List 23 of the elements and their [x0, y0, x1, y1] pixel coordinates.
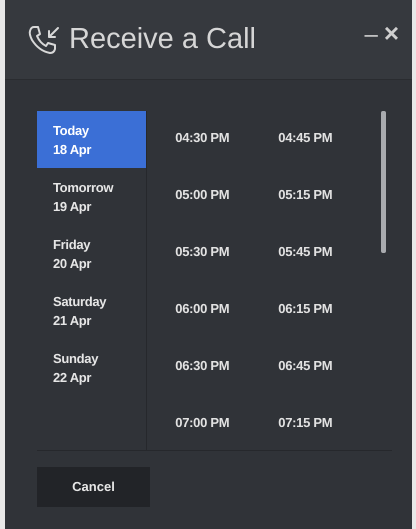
day-item[interactable]: Today 18 Apr — [37, 111, 146, 168]
time-slot[interactable]: 07:15 PM — [278, 413, 382, 433]
incoming-call-icon — [27, 24, 61, 56]
cancel-button[interactable]: Cancel — [37, 467, 150, 507]
minimize-button[interactable]: – — [361, 22, 381, 46]
time-slot[interactable]: 04:30 PM — [175, 128, 278, 148]
day-item[interactable]: Friday 20 Apr — [37, 225, 146, 282]
day-item[interactable]: Sunday 22 Apr — [37, 339, 146, 396]
time-slot[interactable]: 06:30 PM — [175, 356, 278, 376]
time-slot[interactable]: 05:00 PM — [175, 185, 278, 205]
time-slot[interactable]: 04:45 PM — [278, 128, 382, 148]
day-item[interactable]: Tomorrow 19 Apr — [37, 168, 146, 225]
window-title: Receive a Call — [69, 22, 256, 57]
scrollbar-thumb[interactable] — [381, 111, 386, 253]
time-slot[interactable]: 07:00 PM — [175, 413, 278, 433]
time-slot[interactable]: 06:00 PM — [175, 299, 278, 319]
time-slot[interactable]: 06:45 PM — [278, 356, 382, 376]
close-button[interactable]: × — [380, 20, 402, 46]
time-slot[interactable]: 06:15 PM — [278, 299, 382, 319]
day-item[interactable]: Saturday 21 Apr — [37, 282, 146, 339]
time-slot[interactable]: 05:45 PM — [278, 242, 382, 262]
time-slot[interactable]: 05:15 PM — [278, 185, 382, 205]
time-slot[interactable]: 05:30 PM — [175, 242, 278, 262]
